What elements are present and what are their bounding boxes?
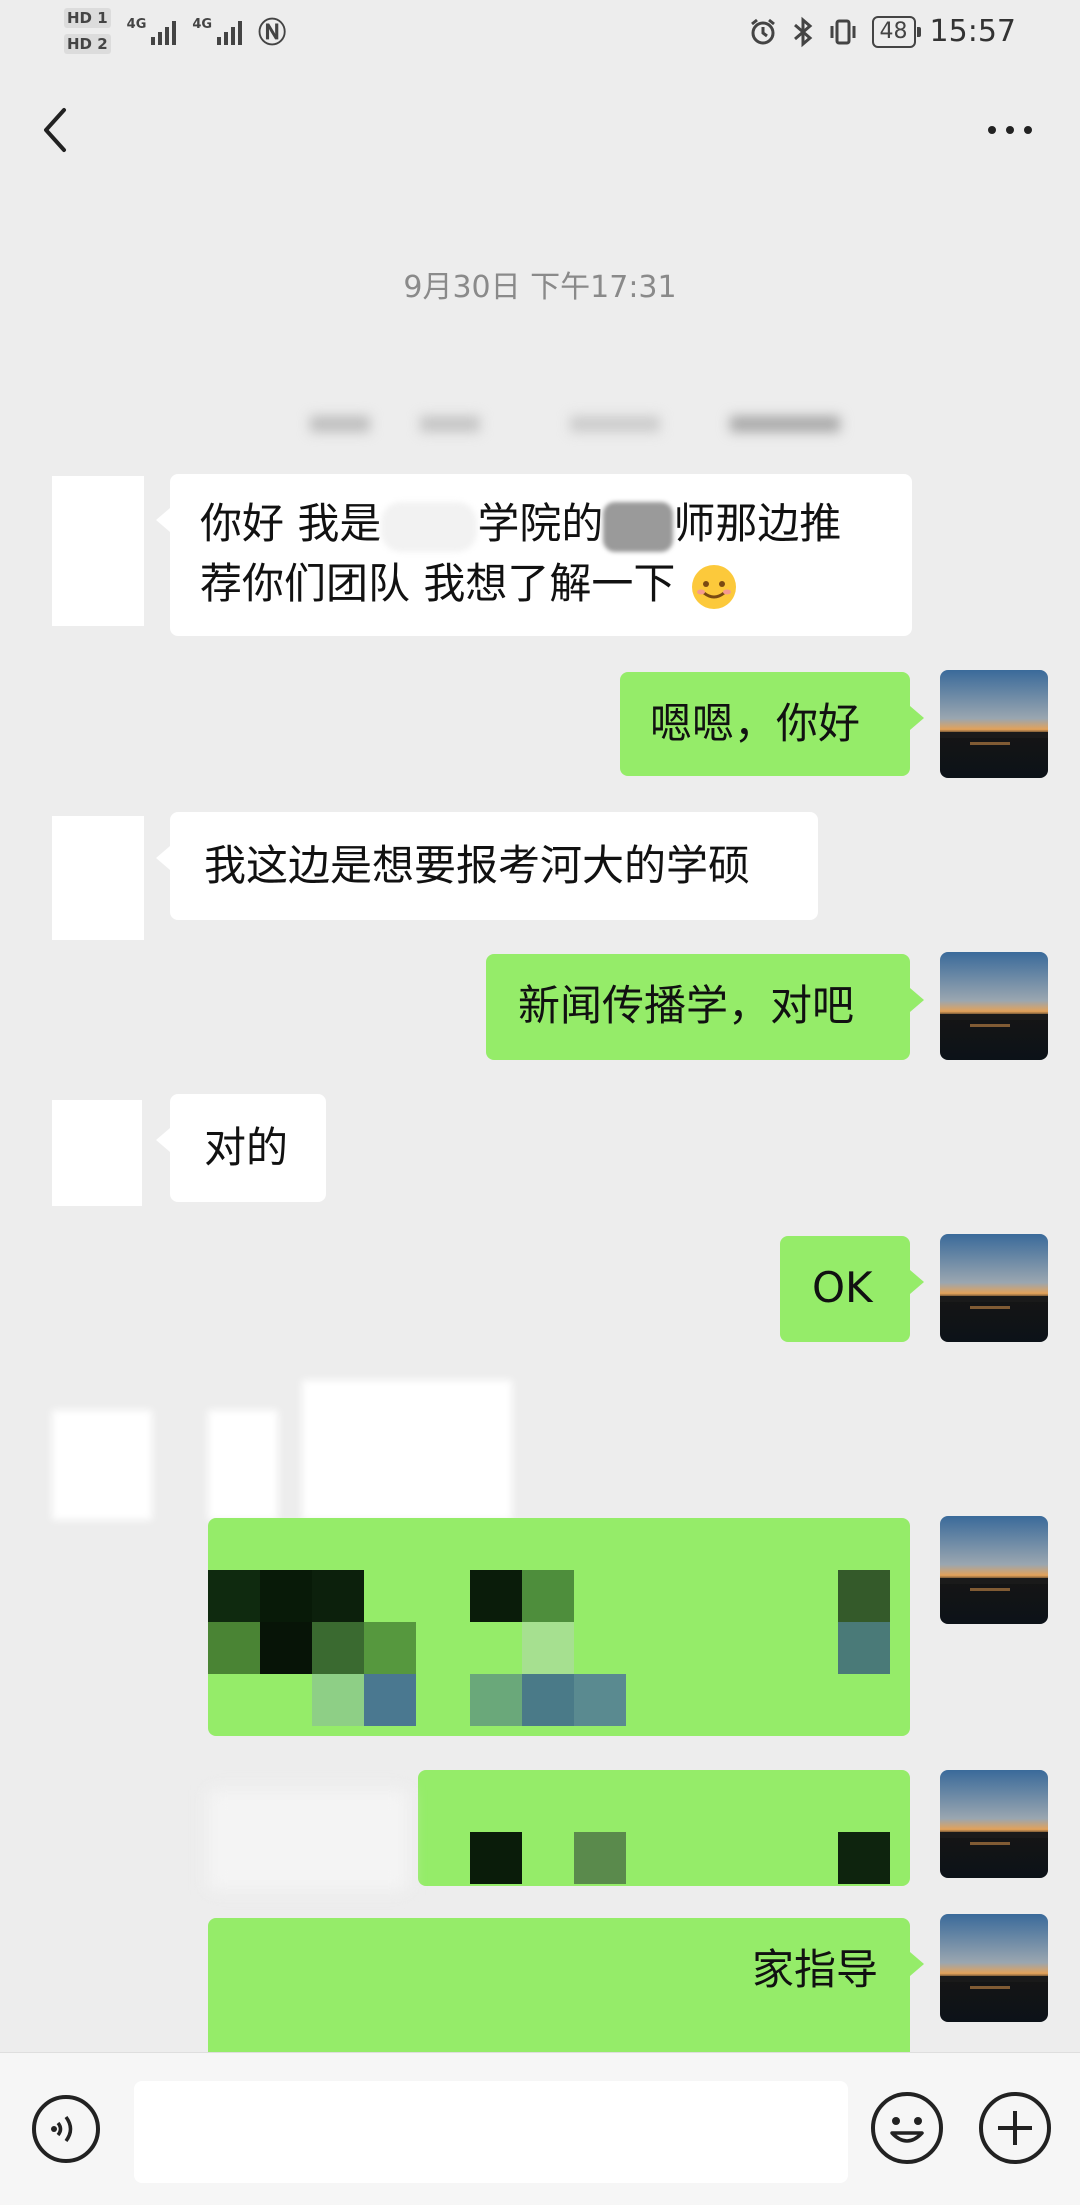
user-avatar[interactable] (940, 1770, 1048, 1878)
smile-emoji-icon (691, 564, 736, 609)
user-avatar[interactable] (940, 1234, 1048, 1342)
message-bubble-outgoing[interactable]: OK (780, 1236, 924, 1342)
status-right: 48 15:57 (748, 14, 1016, 49)
sunset-lake-avatar-icon (940, 1516, 1048, 1624)
user-avatar[interactable] (940, 952, 1048, 1060)
message-bubble-incoming[interactable]: 你好 我是 学院的 师那边推 荐你们团队 我想了解一下 (156, 474, 912, 636)
message-line: 荐你们团队 我想了解一下 (200, 554, 882, 614)
status-time: 15:57 (929, 14, 1016, 49)
nfc-icon: Ⓝ (258, 16, 287, 49)
blurred-sender-name (260, 412, 840, 436)
battery-indicator: 48 (871, 15, 921, 48)
more-functions-button[interactable] (976, 2089, 1054, 2167)
sunset-lake-avatar-icon (940, 1234, 1048, 1342)
bluetooth-icon (793, 16, 812, 47)
redacted-blot (381, 501, 478, 552)
sunset-lake-avatar-icon (940, 1770, 1048, 1878)
voice-input-button[interactable] (30, 2093, 102, 2165)
message-bubble-outgoing[interactable]: 家指导 (208, 1918, 924, 2052)
hd1-badge: HD 1 (64, 8, 111, 28)
sender-avatar-obscured[interactable] (52, 816, 144, 940)
sunset-lake-avatar-icon (940, 1914, 1048, 2022)
signal2-icon: 4G (192, 17, 243, 45)
sunset-lake-avatar-icon (940, 670, 1048, 778)
status-left: HD 1 HD 2 4G 4G Ⓝ (64, 8, 286, 54)
obscured-incoming-message (52, 1380, 532, 1520)
pixelated-outgoing-message[interactable] (208, 1518, 910, 1736)
user-avatar[interactable] (940, 1914, 1048, 2022)
obscured-white-patch (208, 1790, 408, 1890)
chat-input-bar (0, 2052, 1080, 2205)
alarm-icon (750, 18, 775, 44)
message-line: 你好 我是 学院的 师那边推 (200, 494, 882, 554)
hd2-badge: HD 2 (64, 34, 111, 54)
pixelated-outgoing-message[interactable] (418, 1770, 910, 1886)
message-input[interactable] (134, 2081, 848, 2183)
message-bubble-outgoing[interactable]: 新闻传播学，对吧 (486, 954, 924, 1060)
back-button[interactable] (30, 100, 80, 160)
message-bubble-incoming[interactable]: 我这边是想要报考河大的学硕 (156, 812, 818, 920)
vibrate-icon (830, 19, 856, 44)
status-bar: HD 1 HD 2 4G 4G Ⓝ 48 15:57 (0, 0, 1080, 70)
user-avatar[interactable] (940, 1516, 1048, 1624)
chat-timestamp: 9月30日 下午17:31 (403, 270, 677, 305)
signal1-icon: 4G (127, 17, 177, 45)
emoji-button[interactable] (868, 2089, 946, 2167)
message-bubble-incoming[interactable]: 对的 (156, 1094, 326, 1202)
more-options-button[interactable] (980, 110, 1040, 150)
redacted-blot (603, 501, 674, 552)
sender-avatar-obscured[interactable] (52, 1100, 142, 1206)
sunset-lake-avatar-icon (940, 952, 1048, 1060)
sender-avatar-obscured[interactable] (52, 476, 144, 626)
chat-header (0, 90, 1080, 170)
message-bubble-outgoing[interactable]: 嗯嗯，你好 (620, 672, 924, 776)
user-avatar[interactable] (940, 670, 1048, 778)
